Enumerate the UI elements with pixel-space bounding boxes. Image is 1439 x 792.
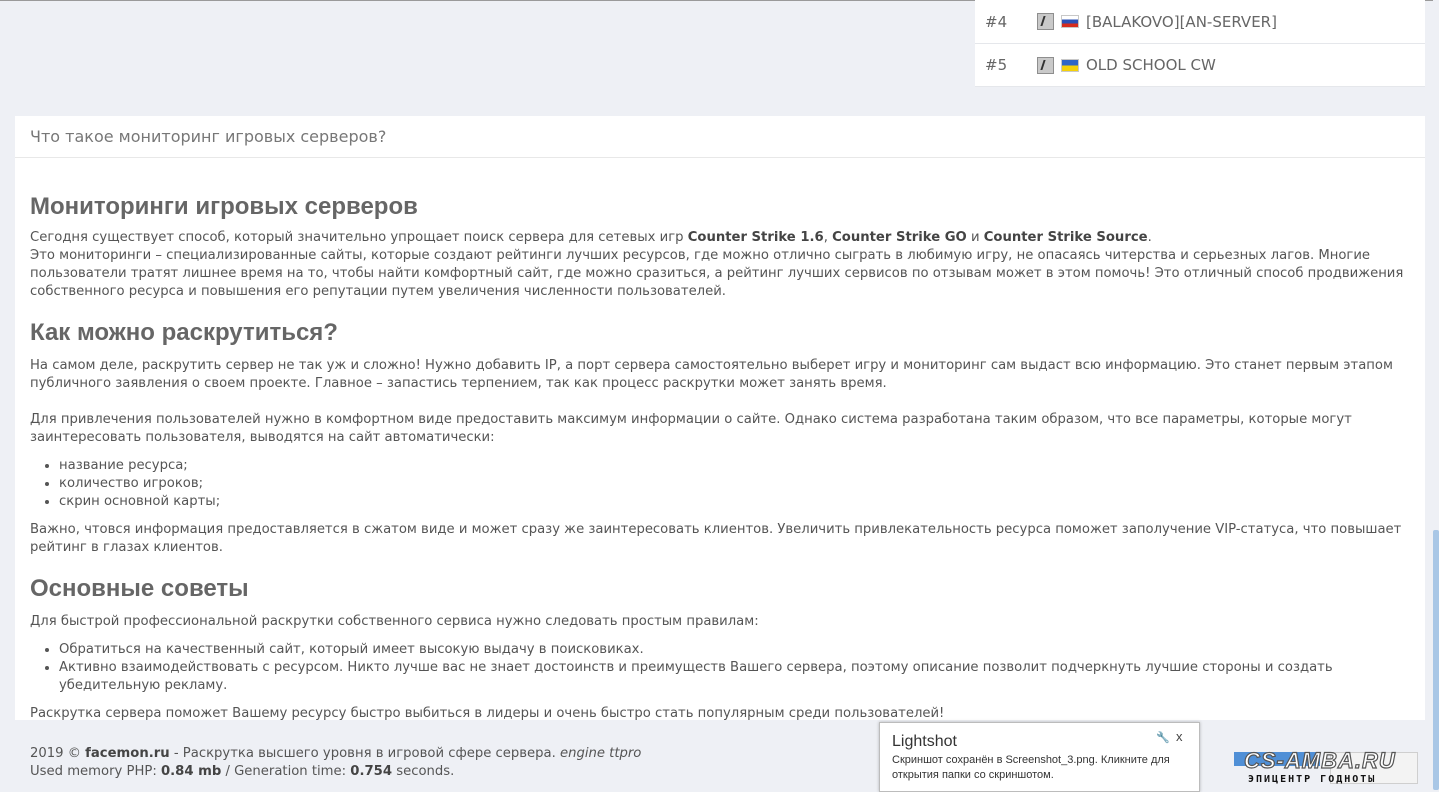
ukraine-flag-icon — [1061, 58, 1079, 72]
game-csgo: Counter Strike GO — [832, 230, 967, 245]
server-name[interactable]: [BALAKOVO][AN-SERVER] — [1086, 13, 1277, 31]
faq-card: Что такое мониторинг игровых серверов? М… — [15, 116, 1425, 723]
server-name[interactable]: OLD SCHOOL CW — [1086, 56, 1216, 74]
dot: . — [1147, 230, 1152, 245]
game-css: Counter Strike Source — [983, 230, 1148, 245]
gen-unit: seconds. — [392, 764, 455, 779]
memory-value: 0.84 mb — [160, 764, 222, 779]
list-item: количество игроков; — [59, 475, 1410, 493]
scrollbar[interactable] — [1433, 0, 1439, 790]
watermark-subtitle: ЭПИЦЕНТР ГОДНОТЫ — [1248, 774, 1377, 785]
list-item: название ресурса; — [59, 457, 1410, 475]
memory-label: Used memory PHP: — [30, 764, 161, 779]
footer-copyright: 2019 © facemon.ru - Раскрутка высшего ур… — [30, 745, 641, 763]
intro-text-2: Это мониторинги – специализированные сай… — [30, 248, 1404, 299]
footer-tagline: - Раскрутка высшего уровня в игровой сфе… — [169, 746, 560, 761]
paragraph-attract: Для привлечения пользователей нужно в ко… — [30, 412, 1352, 445]
server-row[interactable]: #5 OLD SCHOOL CW — [975, 44, 1425, 87]
heading-monitoring: Мониторинги игровых серверов — [30, 193, 418, 220]
watermark-logo: CS-AMBA.RU ЭПИЦЕНТР ГОДНОТЫ — [1234, 747, 1434, 790]
heading-promotion: Как можно раскрутиться? — [30, 319, 338, 346]
paragraph-vip: Важно, чтовся информация предоставляется… — [30, 522, 1402, 555]
counter-strike-icon — [1037, 13, 1054, 30]
list-item: Обратиться на качественный сайт, который… — [59, 641, 1410, 659]
lightshot-notification[interactable]: Lightshot 🔧 x Скриншот сохранён в Screen… — [879, 722, 1200, 792]
russia-flag-icon — [1061, 15, 1079, 28]
and-word: и — [966, 230, 984, 245]
server-rank: #4 — [985, 12, 1008, 31]
list-item: Активно взаимодействовать с ресурсом. Ни… — [59, 659, 1410, 695]
paragraph-tips: Для быстрой профессиональной раскрутки с… — [30, 614, 759, 629]
server-list: #4 [BALAKOVO][AN-SERVER] #5 OLD SCHOOL C… — [975, 0, 1425, 87]
paragraph-promotion: На самом деле, раскрутить сервер не так … — [30, 358, 1393, 391]
game-cs16: Counter Strike 1.6 — [687, 230, 824, 245]
gen-value: 0.754 — [350, 764, 393, 779]
counter-strike-icon — [1037, 56, 1054, 74]
comma: , — [823, 230, 833, 245]
watermark-title: CS-AMBA.RU — [1243, 747, 1396, 773]
wrench-icon[interactable]: 🔧 — [1156, 731, 1170, 744]
lightshot-message[interactable]: Скриншот сохранён в Screenshot_3.png. Кл… — [892, 753, 1189, 783]
server-row[interactable]: #4 [BALAKOVO][AN-SERVER] — [975, 0, 1425, 44]
list-item: скрин основной карты; — [59, 493, 1410, 511]
footer-year: 2019 © — [30, 746, 86, 761]
tips-list: Обратиться на качественный сайт, который… — [30, 641, 1410, 695]
footer-stats: Used memory PHP: 0.84 mb / Generation ti… — [30, 763, 641, 781]
heading-tips: Основные советы — [30, 575, 249, 602]
close-button[interactable]: x — [1176, 729, 1183, 744]
lightshot-title: Lightshot — [892, 733, 957, 750]
paragraph-intro: Сегодня существует способ, который значи… — [30, 229, 1410, 301]
auto-params-list: название ресурса; количество игроков; ск… — [30, 457, 1410, 511]
server-rank: #5 — [985, 56, 1008, 74]
gen-label: / Generation time: — [221, 764, 351, 779]
paragraph-conclusion: Раскрутка сервера поможет Вашему ресурсу… — [30, 706, 945, 721]
footer-site-link[interactable]: facemon.ru — [85, 746, 170, 761]
faq-card-title: Что такое мониторинг игровых серверов? — [15, 116, 1425, 158]
intro-text: Сегодня существует способ, который значи… — [30, 230, 688, 245]
footer-engine: engine ttpro — [559, 746, 642, 761]
faq-article: Мониторинги игровых серверов Сегодня сущ… — [15, 193, 1425, 723]
scrollbar-thumb[interactable] — [1433, 530, 1439, 790]
footer: 2019 © facemon.ru - Раскрутка высшего ур… — [30, 745, 641, 781]
